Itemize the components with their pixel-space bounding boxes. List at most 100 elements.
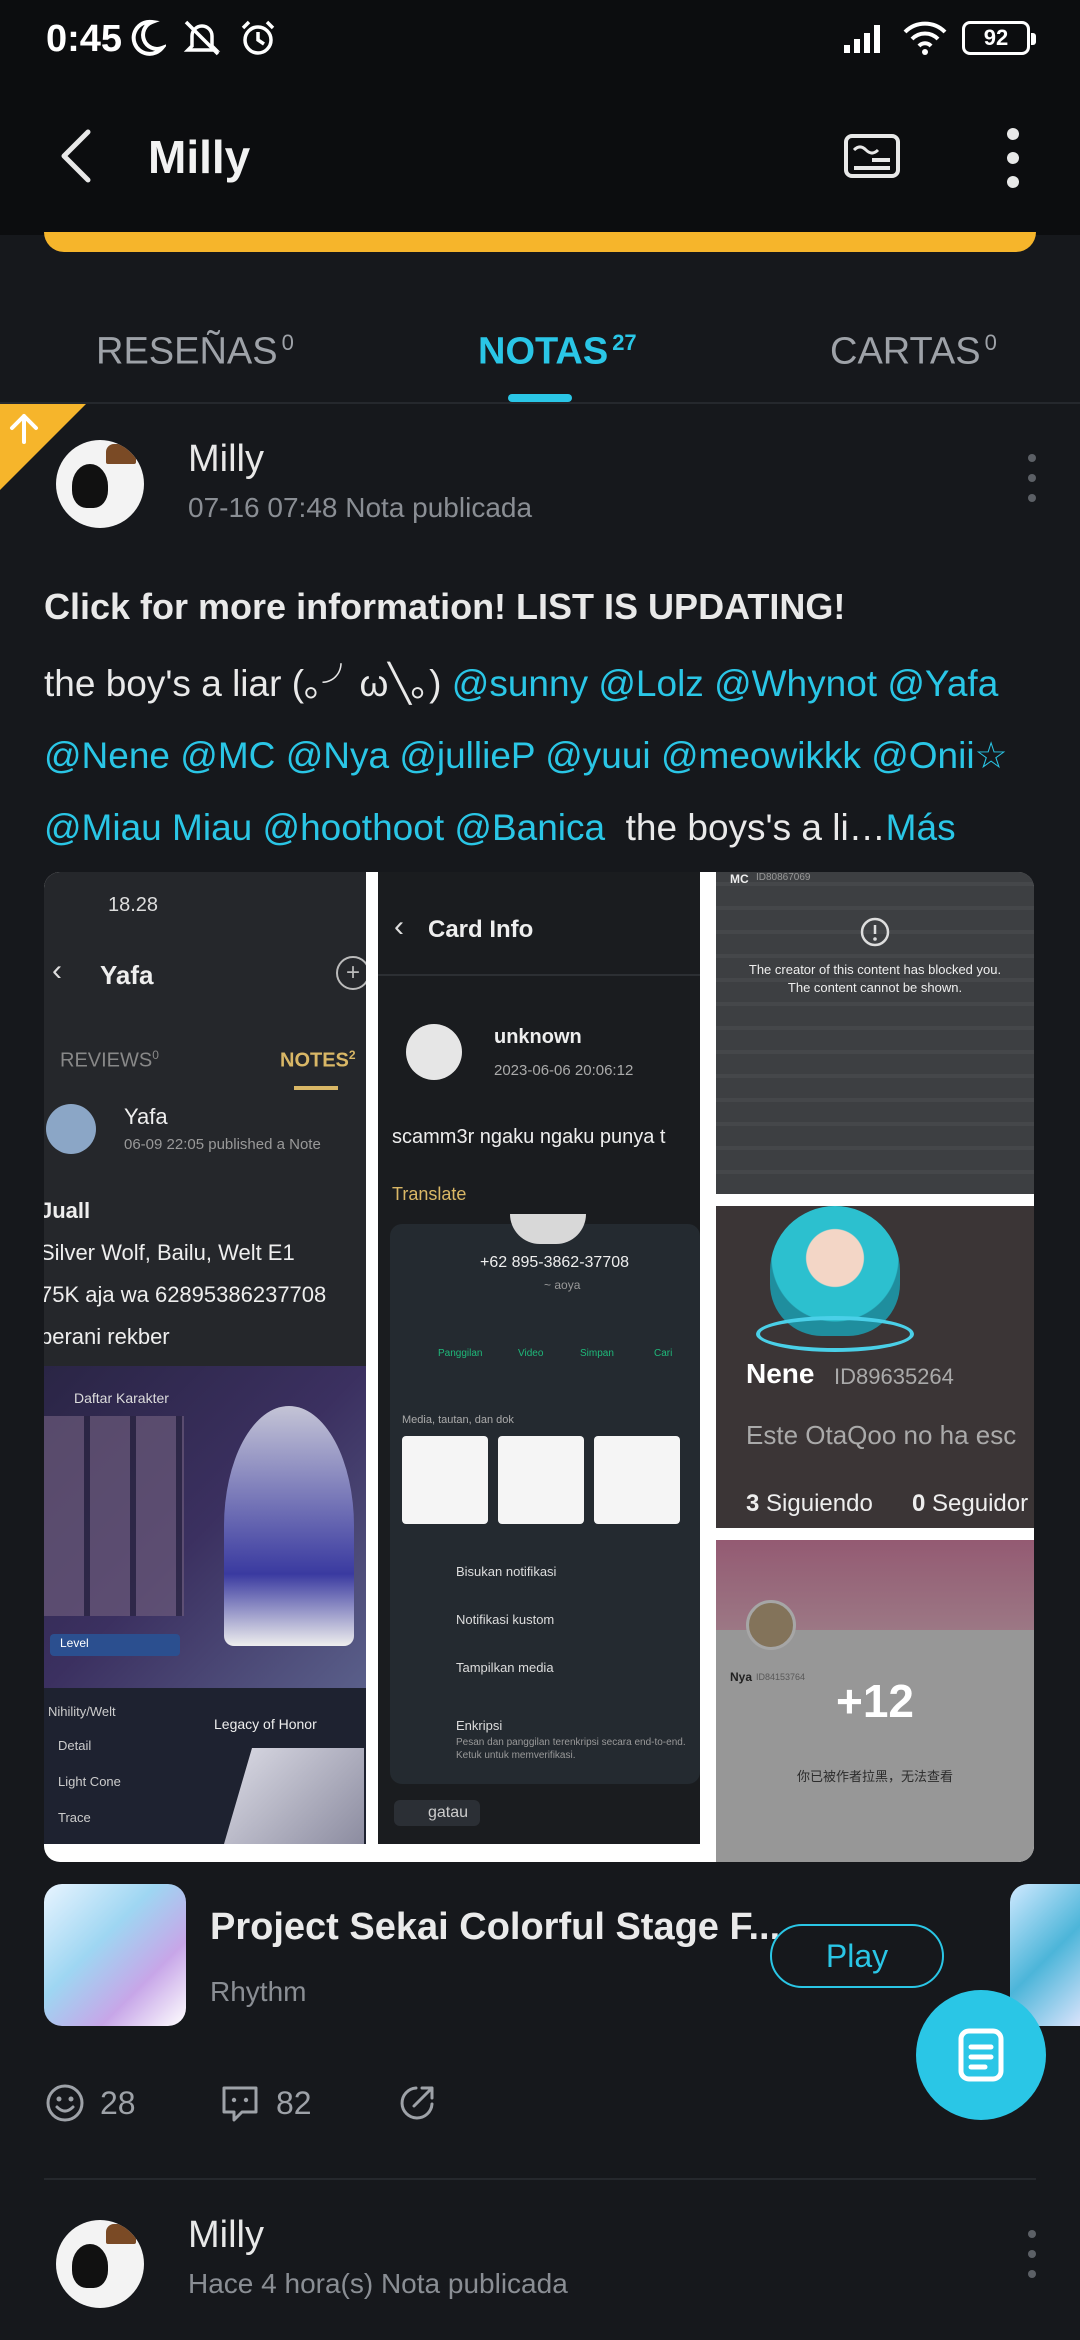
tab-notas[interactable]: NOTAS 27 (478, 330, 637, 374)
img-id: ID89635264 (834, 1364, 954, 1389)
tab-cartas[interactable]: CARTAS 0 (830, 330, 997, 374)
more-vertical-icon[interactable] (998, 124, 1028, 194)
post-image[interactable]: ‹ Card Info unknown 2023-06-06 20:06:12 … (378, 872, 700, 1844)
post-image[interactable]: Nene ID89635264 Este OtaQoo no ha esc 3 … (716, 1206, 1034, 1528)
post-more-icon[interactable] (1022, 454, 1042, 510)
mention[interactable]: @Nya (286, 735, 389, 776)
game-genre: Rhythm (210, 1976, 307, 2007)
img-tab-indicator (294, 1086, 338, 1090)
setting-item: Enkripsi (456, 1718, 503, 1733)
bell-off-icon (183, 20, 221, 56)
screen: 0:45 92 Milly RESEÑAS 0 NOTAS 27 CARTAS 0 (0, 0, 1080, 2340)
media-label: Media, tautan, dan dok (402, 1414, 514, 1426)
mention[interactable]: @sunny (452, 663, 588, 704)
moon-icon (131, 19, 166, 56)
mention[interactable]: @Banica (454, 807, 605, 848)
signal-icon (844, 25, 880, 53)
legacy-label: Legacy of Honor (214, 1716, 317, 1732)
img-id-name: MC (730, 872, 749, 886)
avatar[interactable] (56, 440, 144, 528)
mention[interactable]: @MC (180, 735, 275, 776)
app-bar: Milly (0, 80, 1080, 235)
game-title[interactable]: Project Sekai Colorful Stage F... (210, 1906, 780, 1949)
card-icon[interactable] (842, 128, 902, 184)
action-label: Cari (654, 1348, 673, 1359)
share-button[interactable] (396, 2082, 438, 2124)
compose-button[interactable] (916, 1990, 1046, 2120)
status-time: 0:45 (46, 18, 123, 60)
followers-count: 0 (912, 1490, 926, 1517)
img-author: Yafa (124, 1104, 168, 1129)
status-left-icons (130, 18, 278, 58)
post-more-icon[interactable] (1022, 2230, 1042, 2286)
mention[interactable]: @Whynot (714, 663, 877, 704)
mention[interactable]: @Nene (44, 735, 170, 776)
avatar-frame (756, 1316, 914, 1352)
img-panel-title: Daftar Karakter (74, 1390, 169, 1406)
img-line: Silver Wolf, Bailu, Welt E1 (44, 1240, 295, 1265)
author-name[interactable]: Milly (188, 438, 264, 481)
game-thumbnail[interactable] (44, 1884, 186, 2026)
tab-resenas[interactable]: RESEÑAS 0 (96, 330, 294, 374)
more-link[interactable]: Más (886, 807, 956, 848)
character-grid (44, 1416, 184, 1616)
mention[interactable]: @Onii☆ (871, 735, 1008, 776)
setting-item: Notifikasi kustom (456, 1612, 555, 1627)
img-line: Juall (44, 1198, 91, 1223)
mention[interactable]: @jullieP (399, 735, 535, 776)
character-art (224, 1748, 364, 1844)
img-header: Card Info (428, 916, 534, 943)
pin-arrow-icon (10, 414, 38, 444)
tab-indicator (508, 394, 572, 402)
divider (44, 2178, 1036, 2180)
menu-title: Nihility/Welt (48, 1704, 116, 1719)
img-menu: Nihility/Welt Detail Light Cone Trace Le… (44, 1688, 366, 1844)
media-thumb (498, 1436, 584, 1524)
mention[interactable]: @meowikkk (661, 735, 861, 776)
mention[interactable]: @yuui (545, 735, 650, 776)
comment-icon (222, 2086, 258, 2122)
post-title[interactable]: Click for more information! LIST IS UPDA… (44, 586, 845, 628)
mention[interactable]: @Lolz (598, 663, 703, 704)
media-thumb (402, 1436, 488, 1524)
following-count: 3 (746, 1490, 760, 1517)
post-image[interactable]: MC ID80867069 The creator of this conten… (716, 872, 1034, 1194)
media-thumb (594, 1436, 680, 1524)
back-arrow-icon[interactable] (52, 126, 102, 186)
img-text: Este OtaQoo no ha esc (746, 1420, 1017, 1450)
post-meta: Hace 4 hora(s) Nota publicada (188, 2268, 568, 2299)
author-name[interactable]: Milly (188, 2214, 264, 2257)
comment-button[interactable]: 82 (218, 2082, 312, 2124)
mention[interactable]: @Miau Miau (44, 807, 252, 848)
tab-label: CARTAS (830, 330, 981, 373)
img-line: 75K aja wa 62895386237708 (44, 1282, 327, 1307)
img-phone: +62 895-3862-37708 (480, 1254, 630, 1271)
post-image[interactable]: 18.28 ‹ Yafa + REVIEWS0 NOTES2 Yafa 06-0… (44, 872, 366, 1844)
play-button[interactable]: Play (770, 1924, 944, 1988)
img-game-screenshot: Daftar Karakter Level (44, 1366, 366, 1688)
image-grid: 18.28 ‹ Yafa + REVIEWS0 NOTES2 Yafa 06-0… (44, 872, 1034, 1862)
divider (378, 974, 700, 976)
post-body[interactable]: the boy's a liar (｡╯ω╲｡) @sunny @Lolz @W… (44, 648, 1044, 864)
tab-bar: RESEÑAS 0 NOTAS 27 CARTAS 0 (0, 300, 1080, 404)
status-right-icons: 92 (842, 20, 1036, 56)
img-tab-count: 2 (348, 1048, 356, 1062)
battery-icon: 92 (962, 21, 1036, 55)
mention[interactable]: @Yafa (887, 663, 998, 704)
mention[interactable]: @hoothoot (263, 807, 445, 848)
divider (0, 402, 1080, 404)
img-tab: REVIEWS (60, 1049, 153, 1072)
img-avatar (46, 1104, 96, 1154)
img-author: unknown (494, 1026, 582, 1048)
more-images-overlay[interactable]: +12 (716, 1540, 1034, 1862)
reaction-button[interactable]: 28 (44, 2082, 136, 2124)
img-whatsapp-screenshot: +62 895-3862-37708 ~ aoya Panggilan Vide… (390, 1214, 700, 1784)
share-icon (400, 2086, 434, 2120)
post-image[interactable]: Nya ID84153764 你已被作者拉黑，无法查看 +12 (716, 1540, 1034, 1862)
img-subname: ~ aoya (544, 1278, 581, 1292)
img-time: 18.28 (108, 894, 159, 916)
setting-item: Bisukan notifikasi (456, 1564, 557, 1579)
avatar[interactable] (56, 2220, 144, 2308)
img-date: 2023-06-06 20:06:12 (494, 1062, 634, 1079)
setting-desc: Pesan dan panggilan terenkripsi secara e… (456, 1737, 686, 1761)
